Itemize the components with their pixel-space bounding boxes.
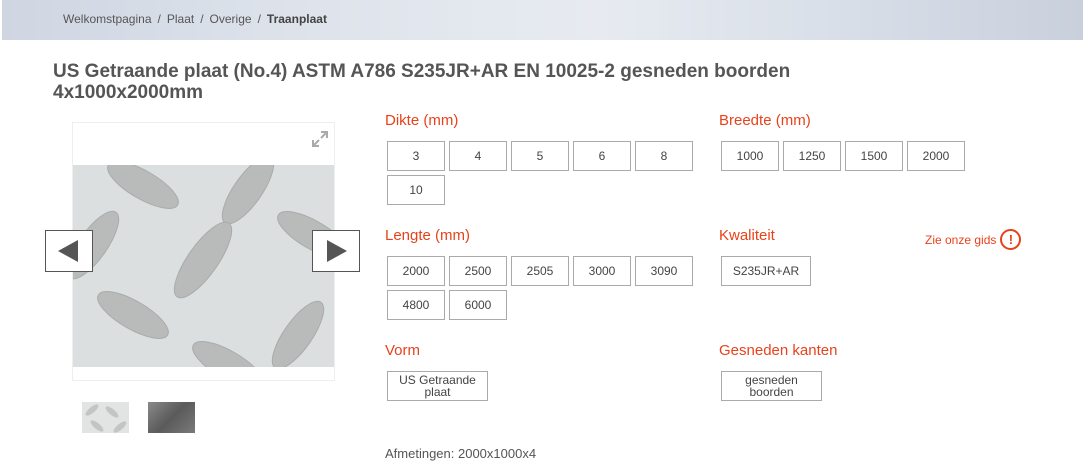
- breadcrumb-item-current: Traanplaat: [266, 12, 327, 26]
- lengte-option[interactable]: 4800: [387, 290, 445, 320]
- kanten-label: Gesneden kanten: [719, 342, 838, 359]
- kwaliteit-options: S235JR+AR: [721, 256, 811, 286]
- gallery-thumbnail[interactable]: [82, 402, 129, 433]
- lengte-option[interactable]: 2000: [387, 256, 445, 286]
- breadcrumb-separator: /: [157, 12, 161, 26]
- arrow-right-icon: [327, 240, 347, 262]
- lengte-option[interactable]: 2505: [511, 256, 569, 286]
- dikte-option[interactable]: 6: [573, 141, 631, 171]
- breedte-option[interactable]: 1500: [845, 141, 903, 171]
- breadcrumb-item-plaat[interactable]: Plaat: [167, 12, 194, 26]
- kwaliteit-option[interactable]: S235JR+AR: [721, 256, 811, 286]
- lengte-option[interactable]: 6000: [449, 290, 507, 320]
- breadcrumb-separator: /: [257, 12, 261, 26]
- tread-plate-image: [73, 165, 334, 367]
- breedte-options: 1000 1250 1500 2000: [721, 141, 1031, 171]
- breadcrumb-separator: /: [200, 12, 204, 26]
- gallery-prev-button[interactable]: [45, 230, 93, 272]
- guide-link[interactable]: Zie onze gids !: [925, 229, 1022, 250]
- lengte-option[interactable]: 2500: [449, 256, 507, 286]
- dikte-option[interactable]: 8: [635, 141, 693, 171]
- dikte-options: 3 4 5 6 8 10: [387, 141, 697, 205]
- dikte-option[interactable]: 5: [511, 141, 569, 171]
- breedte-label: Breedte (mm): [719, 112, 811, 129]
- expand-icon[interactable]: [310, 129, 330, 149]
- breedte-option[interactable]: 1000: [721, 141, 779, 171]
- lengte-option[interactable]: 3000: [573, 256, 631, 286]
- breadcrumb-item-home[interactable]: Welkomstpagina: [63, 12, 152, 26]
- guide-link-label: Zie onze gids: [925, 232, 997, 247]
- kwaliteit-label: Kwaliteit: [719, 227, 775, 244]
- gallery-thumbnail[interactable]: [148, 402, 195, 433]
- vorm-options: US Getraande plaat: [387, 371, 488, 401]
- breedte-option[interactable]: 2000: [907, 141, 965, 171]
- product-title: US Getraande plaat (No.4) ASTM A786 S235…: [53, 61, 791, 103]
- dimensions-text: Afmetingen: 2000x1000x4: [385, 446, 537, 461]
- gallery-next-button[interactable]: [312, 230, 360, 272]
- exclamation-circle-icon: !: [1000, 229, 1022, 250]
- arrow-left-icon: [58, 240, 78, 262]
- dikte-option[interactable]: 4: [449, 141, 507, 171]
- lengte-option[interactable]: 3090: [635, 256, 693, 286]
- lengte-label: Lengte (mm): [385, 227, 471, 244]
- product-image-gallery[interactable]: [72, 122, 335, 381]
- kanten-options: gesneden boorden: [721, 371, 822, 401]
- dikte-option[interactable]: 10: [387, 175, 445, 205]
- dikte-label: Dikte (mm): [385, 112, 459, 129]
- breedte-option[interactable]: 1250: [783, 141, 841, 171]
- kanten-option[interactable]: gesneden boorden: [721, 371, 822, 401]
- vorm-option[interactable]: US Getraande plaat: [387, 371, 488, 401]
- vorm-label: Vorm: [385, 342, 421, 359]
- header-banner: Welkomstpagina / Plaat / Overige / Traan…: [2, 0, 1083, 40]
- breadcrumb-item-overige[interactable]: Overige: [210, 12, 252, 26]
- lengte-options: 2000 2500 2505 3000 3090 4800 6000: [387, 256, 697, 320]
- breadcrumb: Welkomstpagina / Plaat / Overige / Traan…: [63, 12, 327, 26]
- dikte-option[interactable]: 3: [387, 141, 445, 171]
